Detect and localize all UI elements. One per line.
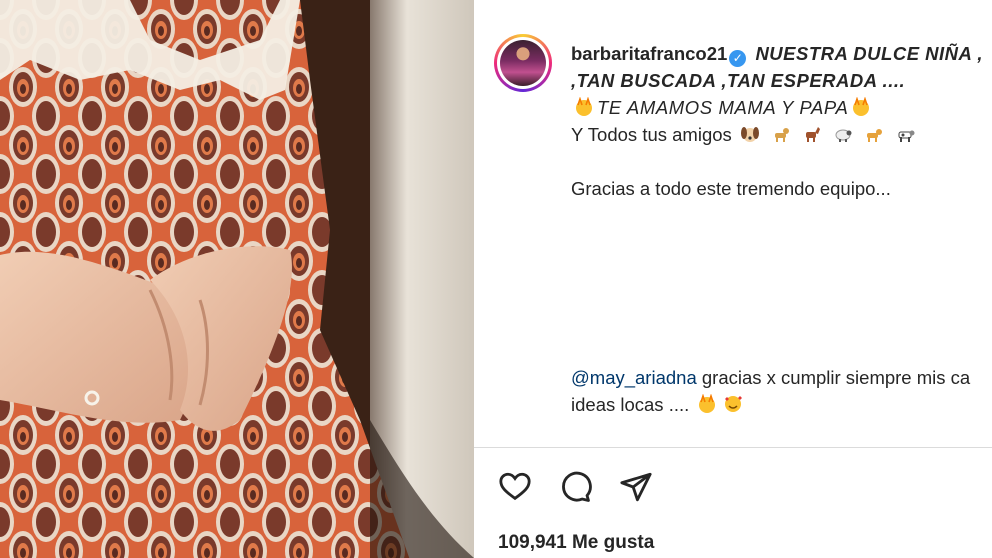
post-sidebar: barbaritafranco21 ✓ NUESTRA DULCE NIÑA , … (474, 0, 992, 558)
like-button[interactable] (498, 470, 532, 509)
caption-line-3: TE AMAMOS MAMA Y PAPA (597, 97, 849, 118)
cow-emoji-icon (898, 130, 915, 142)
post-caption: barbaritafranco21 ✓ NUESTRA DULCE NIÑA , … (571, 40, 992, 418)
post-photo[interactable] (0, 0, 474, 558)
caption-line-2: ,TAN BUSCADA ,TAN ESPERADA .... (571, 70, 906, 91)
comment-icon (562, 471, 593, 502)
mention-text: gracias x cumplir siempre mis ca (701, 367, 971, 388)
share-icon (620, 472, 652, 502)
raised-hands-emoji-icon (853, 97, 870, 116)
caption-line-1: NUESTRA DULCE NIÑA , (755, 43, 983, 64)
verified-badge-icon: ✓ (729, 50, 747, 67)
caption-line-5: Gracias a todo este tremendo equipo... (571, 178, 891, 199)
avatar-image (500, 40, 546, 86)
horse-emoji-icon (806, 127, 821, 142)
post-actions (498, 470, 675, 504)
comment-button[interactable] (558, 470, 593, 509)
share-button[interactable] (619, 470, 653, 509)
mention-link[interactable]: @may_ariadna (571, 367, 697, 388)
dog-emoji-icon (775, 128, 790, 142)
raised-hands-emoji-icon (576, 97, 592, 116)
dog-face-emoji-icon (740, 127, 759, 142)
likes-count[interactable]: 109,941 Me gusta (498, 532, 654, 554)
divider (474, 447, 992, 448)
raised-hands-emoji-icon (699, 394, 716, 413)
caption-line-4: Y Todos tus amigos (571, 124, 732, 145)
caption-last-line: ideas locas .... (571, 394, 690, 415)
pregnant-woman-image (0, 0, 474, 558)
avatar[interactable] (494, 34, 552, 92)
username-link[interactable]: barbaritafranco21 (571, 43, 727, 64)
sheep-emoji-icon (835, 129, 852, 142)
heart-icon (499, 472, 531, 501)
cat-emoji-icon (867, 129, 883, 142)
smiling-face-hearts-emoji-icon (725, 396, 743, 412)
